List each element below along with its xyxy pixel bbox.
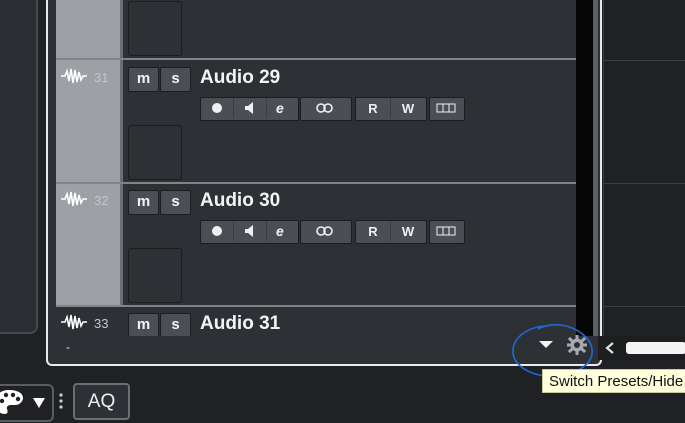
event-display-rule — [604, 183, 685, 184]
palette-icon — [0, 390, 23, 414]
automation-group: R W — [355, 97, 427, 121]
lanes-icon — [436, 226, 456, 236]
track-name[interactable]: Audio 30 — [200, 190, 280, 212]
link-group — [300, 97, 352, 121]
speaker-monitor-icon — [245, 102, 253, 114]
track-list-right-edge — [576, 0, 593, 336]
track-row[interactable]: 31 m s Audio 29 e R W — [56, 61, 593, 184]
edit-channel-icon: e — [276, 224, 284, 238]
lanes-button[interactable] — [430, 98, 462, 118]
track-slot[interactable] — [128, 1, 182, 56]
scroll-left-icon[interactable] — [602, 338, 618, 358]
aq-button[interactable]: AQ — [73, 383, 130, 420]
mute-button[interactable]: m — [128, 313, 159, 338]
audio-waveform-icon — [61, 68, 87, 84]
audio-waveform-icon — [61, 191, 87, 207]
svg-text:e: e — [276, 224, 284, 238]
link-icon — [316, 103, 333, 113]
footer-dash: - — [66, 340, 70, 354]
solo-button[interactable]: s — [160, 313, 191, 338]
audio-waveform-icon — [61, 314, 87, 330]
track-slot[interactable] — [128, 125, 182, 180]
lanes-icon — [436, 103, 456, 113]
record-monitor-group: e — [200, 220, 299, 244]
monitor-button[interactable] — [234, 98, 267, 118]
link-button[interactable] — [301, 221, 349, 241]
solo-button[interactable]: s — [160, 190, 191, 215]
lanes-group — [429, 220, 465, 244]
drag-handle-icon[interactable] — [58, 392, 64, 410]
record-enable-button[interactable] — [201, 98, 234, 118]
track-row[interactable]: 32 m s Audio 30 e R W — [56, 184, 593, 307]
track-name[interactable]: Audio 31 — [200, 313, 280, 335]
svg-text:e: e — [276, 101, 284, 115]
track-number: 31 — [94, 70, 109, 85]
record-enable-icon — [212, 103, 222, 113]
event-display-divider — [603, 0, 604, 340]
speaker-monitor-icon — [245, 225, 253, 237]
edit-channel-button[interactable]: e — [267, 221, 297, 241]
read-automation-button[interactable]: R — [356, 221, 391, 241]
link-button[interactable] — [301, 98, 349, 118]
vertical-scroll-track[interactable] — [593, 0, 598, 336]
lanes-group — [429, 97, 465, 121]
write-automation-button[interactable]: W — [391, 98, 425, 118]
record-monitor-group: e — [200, 97, 299, 121]
palette-dropdown-icon[interactable] — [32, 397, 46, 409]
track-name[interactable]: Audio 29 — [200, 67, 280, 89]
solo-button[interactable]: s — [160, 67, 191, 92]
write-automation-button[interactable]: W — [391, 221, 425, 241]
lanes-button[interactable] — [430, 221, 462, 241]
track-row-partial — [56, 0, 593, 60]
link-icon — [316, 226, 333, 236]
edit-channel-icon: e — [276, 101, 284, 115]
event-display-rule — [604, 60, 685, 61]
mute-button[interactable]: m — [128, 67, 159, 92]
edit-channel-button[interactable]: e — [267, 98, 297, 118]
scroll-thumb[interactable] — [626, 342, 685, 354]
monitor-button[interactable] — [234, 221, 267, 241]
track-slot[interactable] — [128, 248, 182, 303]
record-enable-icon — [212, 226, 222, 236]
tooltip: Switch Presets/Hide — [542, 369, 685, 393]
left-inspector-panel — [0, 0, 38, 334]
read-automation-button[interactable]: R — [356, 98, 391, 118]
mute-button[interactable]: m — [128, 190, 159, 215]
record-enable-button[interactable] — [201, 221, 234, 241]
track-number: 32 — [94, 193, 109, 208]
link-group — [300, 220, 352, 244]
track-number: 33 — [94, 316, 109, 331]
automation-group: R W — [355, 220, 427, 244]
event-display-rule — [604, 306, 685, 307]
